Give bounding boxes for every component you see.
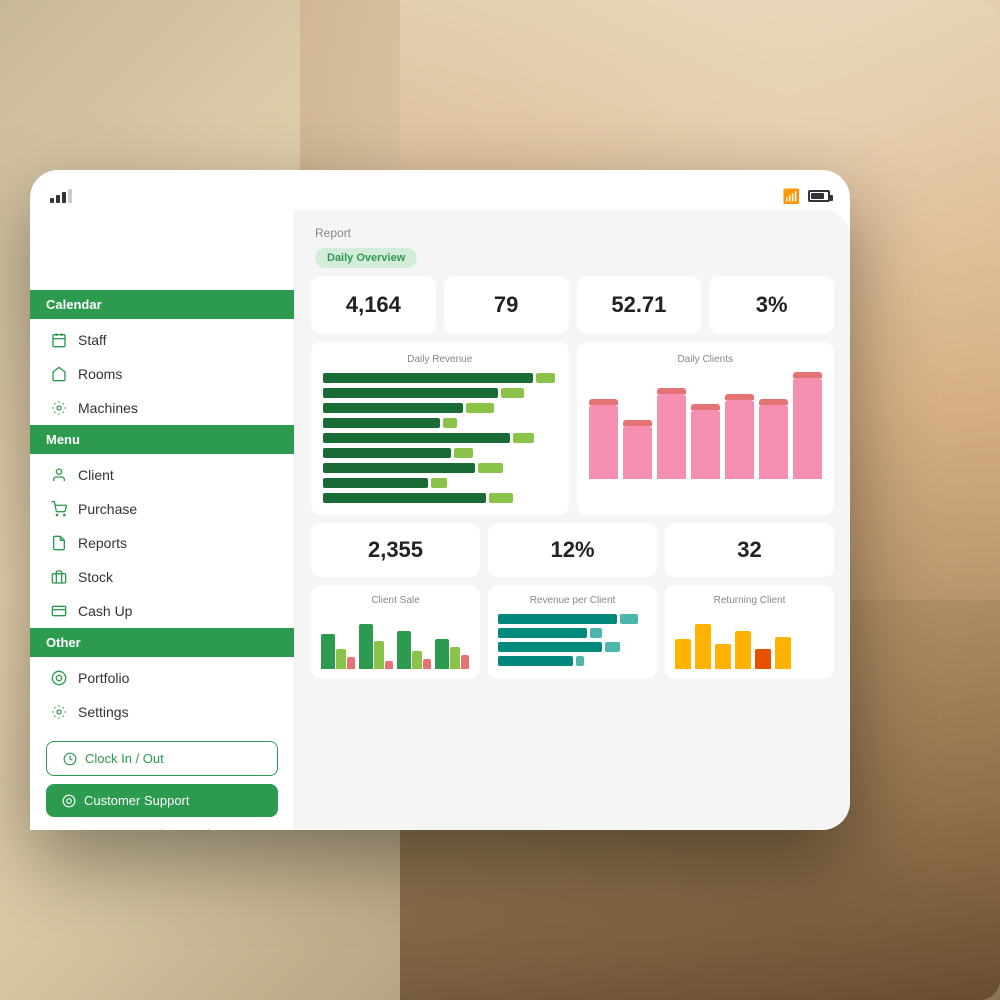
stat-value-1: 4,164	[327, 292, 420, 318]
sidebar: Calendar Staff Rooms Machines	[30, 210, 295, 830]
status-bar: 📶	[30, 182, 850, 210]
sidebar-item-settings[interactable]: Settings	[30, 695, 294, 729]
stat-card-2: 79	[444, 276, 569, 334]
revenue-hbar	[498, 614, 647, 666]
signal-bars-icon	[50, 189, 72, 203]
revenue-per-client-chart: Revenue per Client	[488, 585, 657, 679]
rooms-icon	[50, 365, 68, 383]
main-content: Report Daily Overview 4,164 79 52.71 3%	[295, 210, 850, 830]
returning-client-chart: Returning Client	[665, 585, 834, 679]
stat-card-6: 12%	[488, 523, 657, 577]
sidebar-section-calendar: Calendar	[30, 290, 294, 319]
sidebar-section-menu: Menu	[30, 425, 294, 454]
stat-value-2: 79	[460, 292, 553, 318]
sidebar-item-reports[interactable]: Reports	[30, 526, 294, 560]
report-label: Report	[315, 226, 830, 240]
rooms-label: Rooms	[78, 366, 122, 382]
sidebar-item-stock[interactable]: Stock	[30, 560, 294, 594]
cashup-icon	[50, 602, 68, 620]
reports-label: Reports	[78, 535, 127, 551]
clock-in-button[interactable]: Clock In / Out	[46, 741, 278, 776]
customer-support-label: Customer Support	[84, 793, 190, 808]
daily-clients-title: Daily Clients	[589, 354, 823, 365]
stat-value-7: 32	[679, 537, 820, 563]
sidebar-item-client[interactable]: Client	[30, 458, 294, 492]
portfolio-icon	[50, 669, 68, 687]
returning-bars	[675, 614, 824, 669]
reports-icon	[50, 534, 68, 552]
charts-row-1: Daily Revenue Daily Cli	[295, 342, 850, 523]
stat-card-5: 2,355	[311, 523, 480, 577]
sidebar-section-other: Other	[30, 628, 294, 657]
daily-clients-chart: Daily Clients	[577, 342, 835, 515]
client-icon	[50, 466, 68, 484]
footer-icons: | |	[46, 829, 278, 830]
settings-label: Settings	[78, 704, 129, 720]
client-sale-bars	[321, 614, 470, 669]
sidebar-item-portfolio[interactable]: Portfolio	[30, 661, 294, 695]
sidebar-item-rooms[interactable]: Rooms	[30, 357, 294, 391]
client-sale-chart: Client Sale	[311, 585, 480, 679]
stat-card-3: 52.71	[577, 276, 702, 334]
sidebar-item-purchase[interactable]: Purchase	[30, 492, 294, 526]
daily-revenue-title: Daily Revenue	[323, 354, 557, 365]
client-sale-title: Client Sale	[321, 595, 470, 606]
bottom-charts: Client Sale	[295, 585, 850, 691]
settings-icon	[50, 703, 68, 721]
stock-icon	[50, 568, 68, 586]
battery-icon	[808, 190, 830, 202]
portfolio-label: Portfolio	[78, 670, 129, 686]
stat-value-6: 12%	[502, 537, 643, 563]
stock-label: Stock	[78, 569, 113, 585]
revenue-per-client-title: Revenue per Client	[498, 595, 647, 606]
stat-value-4: 3%	[725, 292, 818, 318]
status-right: 📶	[783, 188, 830, 205]
customer-support-button[interactable]: Customer Support	[46, 784, 278, 817]
clock-in-label: Clock In / Out	[85, 751, 164, 766]
staff-icon	[50, 331, 68, 349]
stat-card-7: 32	[665, 523, 834, 577]
purchase-icon	[50, 500, 68, 518]
sidebar-item-cashup[interactable]: Cash Up	[30, 594, 294, 628]
daily-revenue-chart: Daily Revenue	[311, 342, 569, 515]
wifi-icon: 📶	[783, 188, 800, 205]
app-content: Calendar Staff Rooms Machines	[30, 210, 850, 830]
daily-overview-badge[interactable]: Daily Overview	[315, 248, 417, 268]
stats-row-1: 4,164 79 52.71 3%	[295, 276, 850, 342]
eye-off-icon[interactable]	[207, 829, 225, 830]
returning-client-title: Returning Client	[675, 595, 824, 606]
cashup-label: Cash Up	[78, 603, 132, 619]
machines-icon	[50, 399, 68, 417]
lock-icon[interactable]	[153, 829, 171, 830]
staff-label: Staff	[78, 332, 107, 348]
purchase-label: Purchase	[78, 501, 137, 517]
stats-row-2: 2,355 12% 32	[295, 523, 850, 585]
power-icon[interactable]	[99, 829, 117, 830]
stat-card-1: 4,164	[311, 276, 436, 334]
report-header: Report Daily Overview	[295, 210, 850, 276]
stat-value-5: 2,355	[325, 537, 466, 563]
client-label: Client	[78, 467, 114, 483]
hbar-chart	[323, 373, 557, 503]
vbar-chart	[589, 373, 823, 483]
stat-card-4: 3%	[709, 276, 834, 334]
stat-value-3: 52.71	[593, 292, 686, 318]
sidebar-item-staff[interactable]: Staff	[30, 323, 294, 357]
tablet-card: 📶 Phorest Calendar St	[30, 170, 850, 830]
sidebar-item-machines[interactable]: Machines	[30, 391, 294, 425]
sidebar-bottom: Clock In / Out Customer Support | |	[30, 729, 294, 830]
machines-label: Machines	[78, 400, 138, 416]
